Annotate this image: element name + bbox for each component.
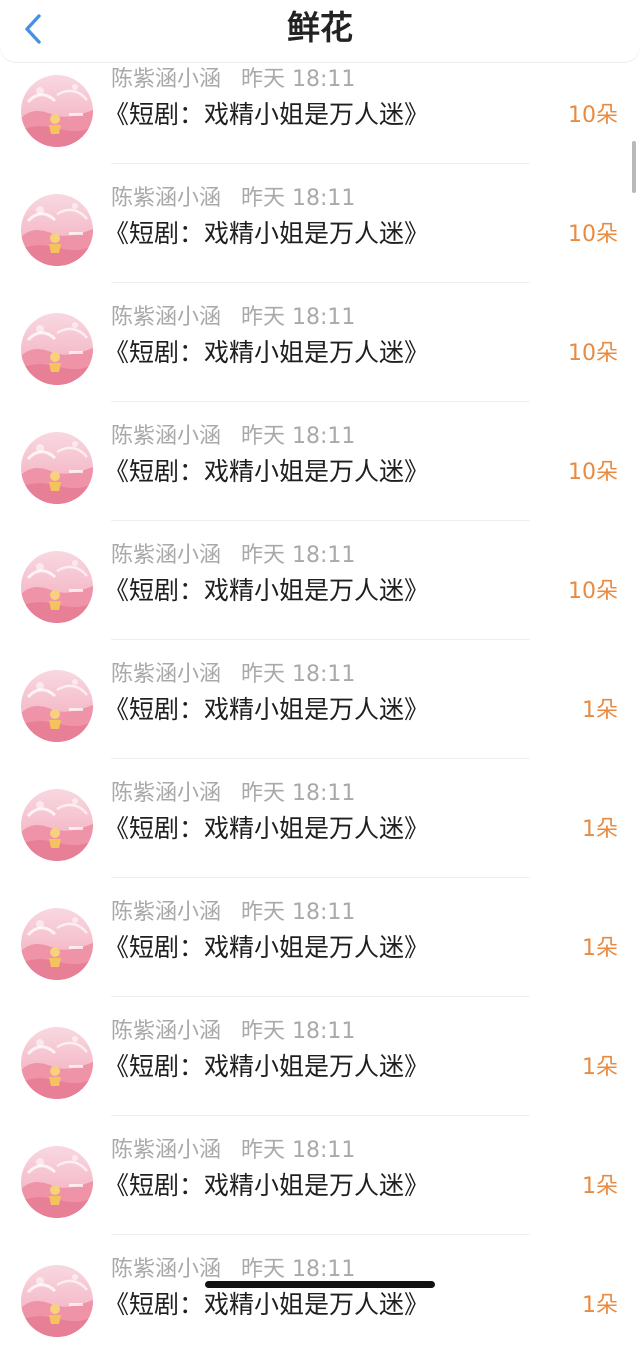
flower-amount: 10朵 (568, 460, 618, 485)
flower-record-row[interactable]: 陈紫涵小涵 昨天 18:11 《短剧：戏精小姐是万人迷》 1朵 (0, 759, 640, 878)
record-time: 昨天 18:11 (241, 662, 356, 687)
flower-record-row[interactable]: 陈紫涵小涵 昨天 18:11 《短剧：戏精小姐是万人迷》 10朵 (0, 521, 640, 640)
record-time: 昨天 18:11 (241, 900, 356, 925)
record-meta: 陈紫涵小涵 昨天 18:11 (111, 184, 355, 214)
avatar[interactable] (21, 908, 93, 980)
drama-title: 《短剧：戏精小姐是万人迷》 (104, 1171, 430, 1200)
flower-record-row[interactable]: 陈紫涵小涵 昨天 18:11 《短剧：戏精小姐是万人迷》 10朵 (0, 402, 640, 521)
record-meta: 陈紫涵小涵 昨天 18:11 (111, 779, 355, 809)
avatar-image (21, 75, 93, 147)
sender-name: 陈紫涵小涵 (111, 1019, 222, 1044)
record-meta: 陈紫涵小涵 昨天 18:11 (111, 660, 355, 690)
flower-record-row[interactable]: 陈紫涵小涵 昨天 18:11 《短剧：戏精小姐是万人迷》 10朵 (0, 45, 640, 164)
avatar-image (21, 908, 93, 980)
drama-title: 《短剧：戏精小姐是万人迷》 (104, 1052, 430, 1081)
avatar-image (21, 313, 93, 385)
avatar[interactable] (21, 789, 93, 861)
flower-record-row[interactable]: 陈紫涵小涵 昨天 18:11 《短剧：戏精小姐是万人迷》 1朵 (0, 1116, 640, 1235)
sender-name: 陈紫涵小涵 (111, 1257, 222, 1282)
flower-amount: 1朵 (582, 817, 618, 842)
sender-name: 陈紫涵小涵 (111, 1138, 222, 1163)
sender-name: 陈紫涵小涵 (111, 543, 222, 568)
record-meta: 陈紫涵小涵 昨天 18:11 (111, 422, 355, 452)
record-meta: 陈紫涵小涵 昨天 18:11 (111, 303, 355, 333)
record-time: 昨天 18:11 (241, 67, 356, 92)
flower-record-row[interactable]: 陈紫涵小涵 昨天 18:11 《短剧：戏精小姐是万人迷》 1朵 (0, 997, 640, 1116)
sender-name: 陈紫涵小涵 (111, 305, 222, 330)
flower-record-row[interactable]: 陈紫涵小涵 昨天 18:11 《短剧：戏精小姐是万人迷》 10朵 (0, 283, 640, 402)
record-time: 昨天 18:11 (241, 186, 356, 211)
flower-amount: 1朵 (582, 1293, 618, 1318)
flower-record-row[interactable]: 陈紫涵小涵 昨天 18:11 《短剧：戏精小姐是万人迷》 10朵 (0, 164, 640, 283)
record-time: 昨天 18:11 (241, 305, 356, 330)
flower-amount: 1朵 (582, 936, 618, 961)
flower-record-row[interactable]: 陈紫涵小涵 昨天 18:11 《短剧：戏精小姐是万人迷》 1朵 (0, 1235, 640, 1354)
sender-name: 陈紫涵小涵 (111, 424, 222, 449)
avatar-image (21, 670, 93, 742)
sender-name: 陈紫涵小涵 (111, 900, 222, 925)
avatar[interactable] (21, 1265, 93, 1337)
sender-name: 陈紫涵小涵 (111, 186, 222, 211)
drama-title: 《短剧：戏精小姐是万人迷》 (104, 1290, 430, 1319)
drama-title: 《短剧：戏精小姐是万人迷》 (104, 576, 430, 605)
flower-record-row[interactable]: 陈紫涵小涵 昨天 18:11 《短剧：戏精小姐是万人迷》 1朵 (0, 878, 640, 997)
flower-amount: 10朵 (568, 579, 618, 604)
record-meta: 陈紫涵小涵 昨天 18:11 (111, 65, 355, 95)
flower-amount: 10朵 (568, 222, 618, 247)
record-time: 昨天 18:11 (241, 1019, 356, 1044)
avatar-image (21, 551, 93, 623)
sender-name: 陈紫涵小涵 (111, 67, 222, 92)
flower-amount: 1朵 (582, 1055, 618, 1080)
record-time: 昨天 18:11 (241, 1257, 356, 1282)
avatar[interactable] (21, 551, 93, 623)
record-meta: 陈紫涵小涵 昨天 18:11 (111, 541, 355, 571)
flower-amount: 10朵 (568, 103, 618, 128)
flower-amount: 1朵 (582, 1174, 618, 1199)
record-time: 昨天 18:11 (241, 543, 356, 568)
flower-amount: 10朵 (568, 341, 618, 366)
avatar-image (21, 1146, 93, 1218)
avatar[interactable] (21, 194, 93, 266)
top-navigation-bar: 鲜花 (0, 0, 640, 62)
avatar[interactable] (21, 670, 93, 742)
avatar-image (21, 432, 93, 504)
record-meta: 陈紫涵小涵 昨天 18:11 (111, 1017, 355, 1047)
scrollbar[interactable] (632, 141, 636, 193)
avatar-image (21, 1027, 93, 1099)
avatar[interactable] (21, 313, 93, 385)
record-time: 昨天 18:11 (241, 1138, 356, 1163)
sender-name: 陈紫涵小涵 (111, 781, 222, 806)
page-title: 鲜花 (287, 8, 353, 47)
drama-title: 《短剧：戏精小姐是万人迷》 (104, 219, 430, 248)
sender-name: 陈紫涵小涵 (111, 662, 222, 687)
record-meta: 陈紫涵小涵 昨天 18:11 (111, 1136, 355, 1166)
record-meta: 陈紫涵小涵 昨天 18:11 (111, 898, 355, 928)
avatar-image (21, 194, 93, 266)
avatar-image (21, 789, 93, 861)
avatar[interactable] (21, 1027, 93, 1099)
drama-title: 《短剧：戏精小姐是万人迷》 (104, 814, 430, 843)
avatar[interactable] (21, 75, 93, 147)
drama-title: 《短剧：戏精小姐是万人迷》 (104, 100, 430, 129)
record-time: 昨天 18:11 (241, 424, 356, 449)
flower-amount: 1朵 (582, 698, 618, 723)
drama-title: 《短剧：戏精小姐是万人迷》 (104, 338, 430, 367)
flower-record-row[interactable]: 陈紫涵小涵 昨天 18:11 《短剧：戏精小姐是万人迷》 1朵 (0, 640, 640, 759)
drama-title: 《短剧：戏精小姐是万人迷》 (104, 695, 430, 724)
avatar[interactable] (21, 432, 93, 504)
drama-title: 《短剧：戏精小姐是万人迷》 (104, 933, 430, 962)
record-time: 昨天 18:11 (241, 781, 356, 806)
drama-title: 《短剧：戏精小姐是万人迷》 (104, 457, 430, 486)
home-indicator[interactable] (205, 1281, 435, 1288)
avatar-image (21, 1265, 93, 1337)
avatar[interactable] (21, 1146, 93, 1218)
